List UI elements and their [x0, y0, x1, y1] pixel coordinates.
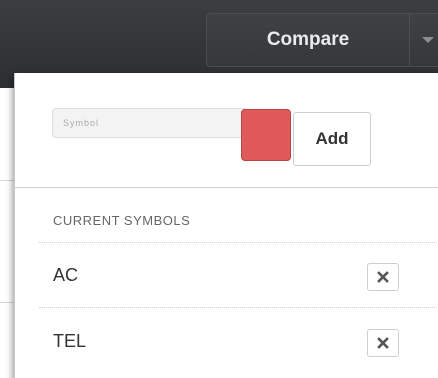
compare-button-label: Compare — [266, 29, 350, 50]
close-icon — [377, 337, 389, 349]
background-divider — [0, 180, 14, 181]
close-icon — [377, 271, 389, 283]
remove-symbol-button[interactable] — [367, 263, 399, 291]
remove-symbol-button[interactable] — [367, 329, 399, 357]
compare-dropdown-panel: Add CURRENT SYMBOLS AC TEL — [14, 73, 438, 378]
color-swatch[interactable] — [241, 109, 291, 161]
compare-dropdown-toggle[interactable] — [410, 14, 438, 66]
chevron-down-icon — [422, 37, 434, 43]
add-button[interactable]: Add — [293, 112, 371, 166]
symbol-label: TEL — [53, 331, 87, 351]
symbol-row: TEL — [15, 309, 438, 375]
symbol-input[interactable] — [52, 108, 248, 138]
background-divider — [0, 302, 14, 303]
compare-split-button: Compare — [206, 13, 438, 67]
symbol-row: AC — [15, 243, 438, 309]
current-symbols-header: CURRENT SYMBOLS — [53, 213, 191, 228]
symbol-label: AC — [53, 265, 79, 285]
background-panel — [0, 88, 14, 378]
add-symbol-row: Add — [15, 73, 438, 188]
app-window: Compare Add CURRENT SYMBOLS AC — [0, 0, 438, 378]
compare-button[interactable]: Compare — [207, 14, 409, 66]
